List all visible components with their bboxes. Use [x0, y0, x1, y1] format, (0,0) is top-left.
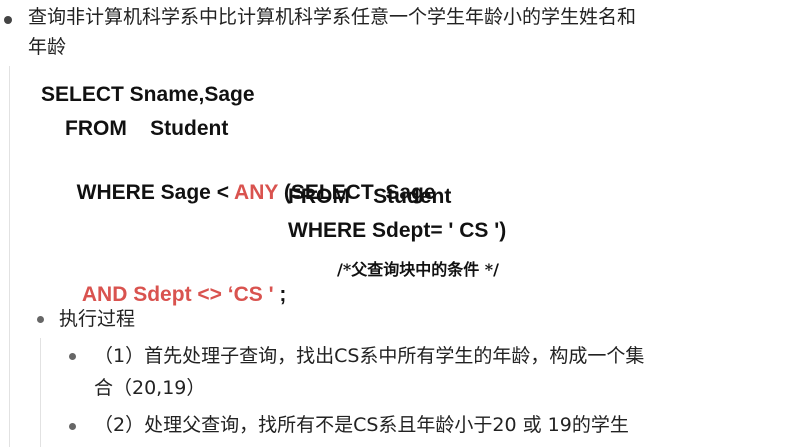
query-description-line1: 查询非计算机科学系中比计算机科学系任意一个学生年龄小的学生姓名和: [28, 6, 637, 28]
query-description-line2: 年龄: [28, 36, 67, 58]
sql-sub-from-line: FROM Student: [288, 185, 452, 208]
indent-guide-inner: [40, 338, 41, 447]
sql-where-pre: WHERE Sage <: [76, 181, 235, 204]
sql-any-keyword: ANY: [234, 181, 278, 204]
sql-sub-where-line: WHERE Sdept= ' CS '): [288, 219, 507, 242]
step2-line1: （2）处理父查询，找所有不是CS系且年龄小于20 或 19的学生: [94, 414, 629, 436]
sql-semicolon: ;: [273, 283, 287, 306]
sql-comment: /*父查询块中的条件 */: [337, 260, 499, 279]
step1-line1: （1）首先处理子查询，找出CS系中所有学生的年龄，构成一个集: [94, 345, 645, 367]
bullet-dot: [4, 16, 12, 24]
execution-process-label: 执行过程: [59, 308, 136, 330]
bullet-dot: [69, 353, 76, 360]
sql-and-line: AND Sdept <> ‘CS ' ;: [71, 250, 287, 310]
bullet-dot: [69, 423, 76, 430]
indent-guide-outer: [9, 66, 10, 447]
bullet-dot: [37, 316, 44, 323]
sql-and-condition: AND Sdept <> ‘CS ': [81, 283, 274, 306]
step1-line2: 合（20,19）: [94, 377, 206, 399]
sql-select-line: SELECT Sname,Sage: [41, 83, 255, 106]
sql-from-line: FROM Student: [65, 117, 229, 140]
